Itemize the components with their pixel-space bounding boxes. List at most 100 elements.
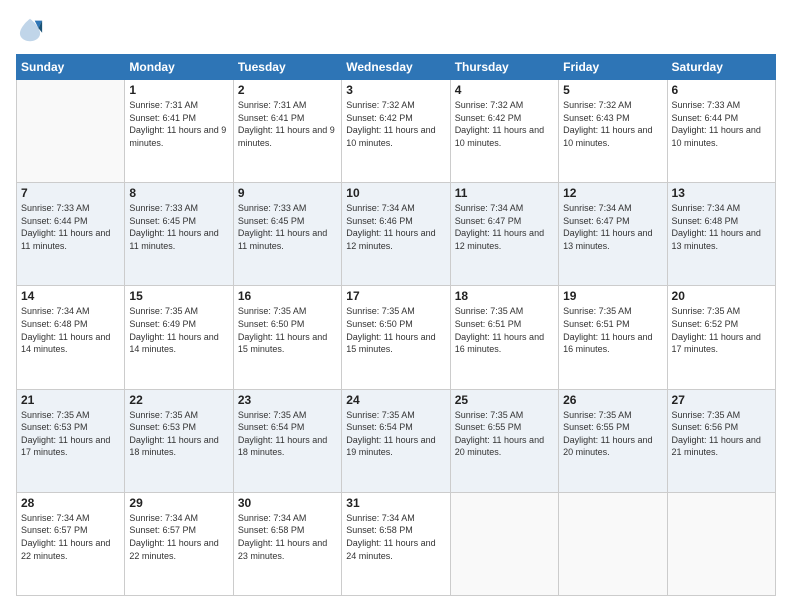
sunrise: Sunrise: 7:35 AM [238,306,307,316]
weekday-header-sunday: Sunday [17,55,125,80]
sunset: Sunset: 6:48 PM [21,319,88,329]
day-cell: 1 Sunrise: 7:31 AM Sunset: 6:41 PM Dayli… [125,80,233,183]
sunrise: Sunrise: 7:35 AM [129,306,198,316]
logo [16,16,48,44]
header [16,16,776,44]
day-number: 1 [129,83,228,97]
day-info: Sunrise: 7:35 AM Sunset: 6:51 PM Dayligh… [455,305,554,355]
daylight: Daylight: 11 hours and 10 minutes. [563,125,652,148]
day-info: Sunrise: 7:34 AM Sunset: 6:48 PM Dayligh… [21,305,120,355]
day-number: 30 [238,496,337,510]
daylight: Daylight: 11 hours and 20 minutes. [563,435,652,458]
day-info: Sunrise: 7:34 AM Sunset: 6:58 PM Dayligh… [346,512,445,562]
day-cell [667,492,775,595]
sunset: Sunset: 6:41 PM [129,113,196,123]
sunrise: Sunrise: 7:35 AM [563,306,632,316]
sunset: Sunset: 6:46 PM [346,216,413,226]
daylight: Daylight: 11 hours and 19 minutes. [346,435,435,458]
day-number: 6 [672,83,771,97]
day-info: Sunrise: 7:35 AM Sunset: 6:50 PM Dayligh… [346,305,445,355]
day-cell: 19 Sunrise: 7:35 AM Sunset: 6:51 PM Dayl… [559,286,667,389]
daylight: Daylight: 11 hours and 10 minutes. [455,125,544,148]
day-number: 26 [563,393,662,407]
sunrise: Sunrise: 7:32 AM [346,100,415,110]
day-cell: 2 Sunrise: 7:31 AM Sunset: 6:41 PM Dayli… [233,80,341,183]
sunrise: Sunrise: 7:34 AM [21,513,90,523]
sunrise: Sunrise: 7:35 AM [672,410,741,420]
sunset: Sunset: 6:44 PM [21,216,88,226]
week-row-1: 1 Sunrise: 7:31 AM Sunset: 6:41 PM Dayli… [17,80,776,183]
week-row-3: 14 Sunrise: 7:34 AM Sunset: 6:48 PM Dayl… [17,286,776,389]
sunrise: Sunrise: 7:34 AM [672,203,741,213]
day-cell: 22 Sunrise: 7:35 AM Sunset: 6:53 PM Dayl… [125,389,233,492]
sunset: Sunset: 6:58 PM [238,525,305,535]
sunrise: Sunrise: 7:34 AM [21,306,90,316]
sunset: Sunset: 6:53 PM [21,422,88,432]
sunset: Sunset: 6:54 PM [346,422,413,432]
sunrise: Sunrise: 7:35 AM [21,410,90,420]
day-cell: 26 Sunrise: 7:35 AM Sunset: 6:55 PM Dayl… [559,389,667,492]
day-number: 24 [346,393,445,407]
day-number: 16 [238,289,337,303]
day-info: Sunrise: 7:33 AM Sunset: 6:45 PM Dayligh… [129,202,228,252]
sunrise: Sunrise: 7:31 AM [129,100,198,110]
day-info: Sunrise: 7:35 AM Sunset: 6:56 PM Dayligh… [672,409,771,459]
daylight: Daylight: 11 hours and 11 minutes. [21,228,110,251]
day-info: Sunrise: 7:33 AM Sunset: 6:45 PM Dayligh… [238,202,337,252]
day-info: Sunrise: 7:32 AM Sunset: 6:42 PM Dayligh… [455,99,554,149]
sunrise: Sunrise: 7:35 AM [672,306,741,316]
week-row-4: 21 Sunrise: 7:35 AM Sunset: 6:53 PM Dayl… [17,389,776,492]
day-cell: 12 Sunrise: 7:34 AM Sunset: 6:47 PM Dayl… [559,183,667,286]
day-info: Sunrise: 7:35 AM Sunset: 6:55 PM Dayligh… [455,409,554,459]
sunrise: Sunrise: 7:34 AM [346,513,415,523]
sunset: Sunset: 6:52 PM [672,319,739,329]
daylight: Daylight: 11 hours and 14 minutes. [21,332,110,355]
sunset: Sunset: 6:47 PM [455,216,522,226]
sunrise: Sunrise: 7:34 AM [563,203,632,213]
sunrise: Sunrise: 7:35 AM [346,410,415,420]
day-cell: 5 Sunrise: 7:32 AM Sunset: 6:43 PM Dayli… [559,80,667,183]
day-number: 27 [672,393,771,407]
daylight: Daylight: 11 hours and 16 minutes. [455,332,544,355]
day-cell: 4 Sunrise: 7:32 AM Sunset: 6:42 PM Dayli… [450,80,558,183]
day-number: 25 [455,393,554,407]
sunset: Sunset: 6:53 PM [129,422,196,432]
day-number: 17 [346,289,445,303]
day-cell: 10 Sunrise: 7:34 AM Sunset: 6:46 PM Dayl… [342,183,450,286]
day-info: Sunrise: 7:34 AM Sunset: 6:58 PM Dayligh… [238,512,337,562]
sunrise: Sunrise: 7:33 AM [129,203,198,213]
sunset: Sunset: 6:51 PM [455,319,522,329]
daylight: Daylight: 11 hours and 15 minutes. [238,332,327,355]
daylight: Daylight: 11 hours and 23 minutes. [238,538,327,561]
daylight: Daylight: 11 hours and 17 minutes. [672,332,761,355]
sunrise: Sunrise: 7:34 AM [238,513,307,523]
day-number: 18 [455,289,554,303]
sunset: Sunset: 6:57 PM [21,525,88,535]
sunset: Sunset: 6:57 PM [129,525,196,535]
sunset: Sunset: 6:50 PM [238,319,305,329]
day-cell: 24 Sunrise: 7:35 AM Sunset: 6:54 PM Dayl… [342,389,450,492]
sunrise: Sunrise: 7:35 AM [346,306,415,316]
sunset: Sunset: 6:42 PM [346,113,413,123]
sunset: Sunset: 6:42 PM [455,113,522,123]
sunrise: Sunrise: 7:33 AM [21,203,90,213]
day-number: 8 [129,186,228,200]
day-info: Sunrise: 7:35 AM Sunset: 6:54 PM Dayligh… [346,409,445,459]
daylight: Daylight: 11 hours and 10 minutes. [672,125,761,148]
day-number: 28 [21,496,120,510]
sunrise: Sunrise: 7:35 AM [455,410,524,420]
sunrise: Sunrise: 7:34 AM [346,203,415,213]
sunrise: Sunrise: 7:33 AM [672,100,741,110]
day-info: Sunrise: 7:35 AM Sunset: 6:54 PM Dayligh… [238,409,337,459]
sunrise: Sunrise: 7:34 AM [455,203,524,213]
daylight: Daylight: 11 hours and 9 minutes. [238,125,335,148]
day-number: 23 [238,393,337,407]
day-info: Sunrise: 7:34 AM Sunset: 6:57 PM Dayligh… [21,512,120,562]
sunrise: Sunrise: 7:32 AM [563,100,632,110]
day-cell: 20 Sunrise: 7:35 AM Sunset: 6:52 PM Dayl… [667,286,775,389]
daylight: Daylight: 11 hours and 12 minutes. [455,228,544,251]
daylight: Daylight: 11 hours and 13 minutes. [563,228,652,251]
calendar-table: SundayMondayTuesdayWednesdayThursdayFrid… [16,54,776,596]
day-cell [17,80,125,183]
sunrise: Sunrise: 7:33 AM [238,203,307,213]
